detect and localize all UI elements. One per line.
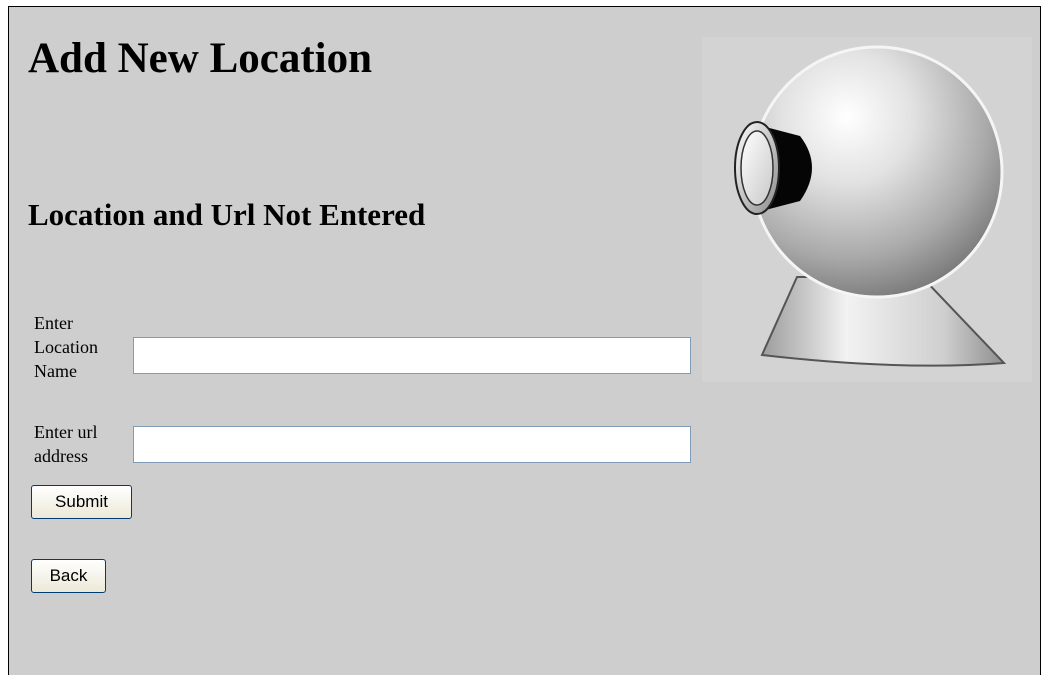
url-address-input[interactable] <box>133 426 691 463</box>
page-title: Add New Location <box>28 35 373 82</box>
back-button[interactable]: Back <box>31 559 106 593</box>
location-name-input[interactable] <box>133 337 691 374</box>
location-name-label: Enter Location Name <box>34 313 98 381</box>
page-container: Add New Location Location and Url Not En… <box>8 6 1041 675</box>
webcam-icon <box>702 37 1032 382</box>
url-address-label: Enter url address <box>34 422 98 466</box>
submit-button[interactable]: Submit <box>31 485 132 519</box>
error-message: Location and Url Not Entered <box>28 197 426 232</box>
